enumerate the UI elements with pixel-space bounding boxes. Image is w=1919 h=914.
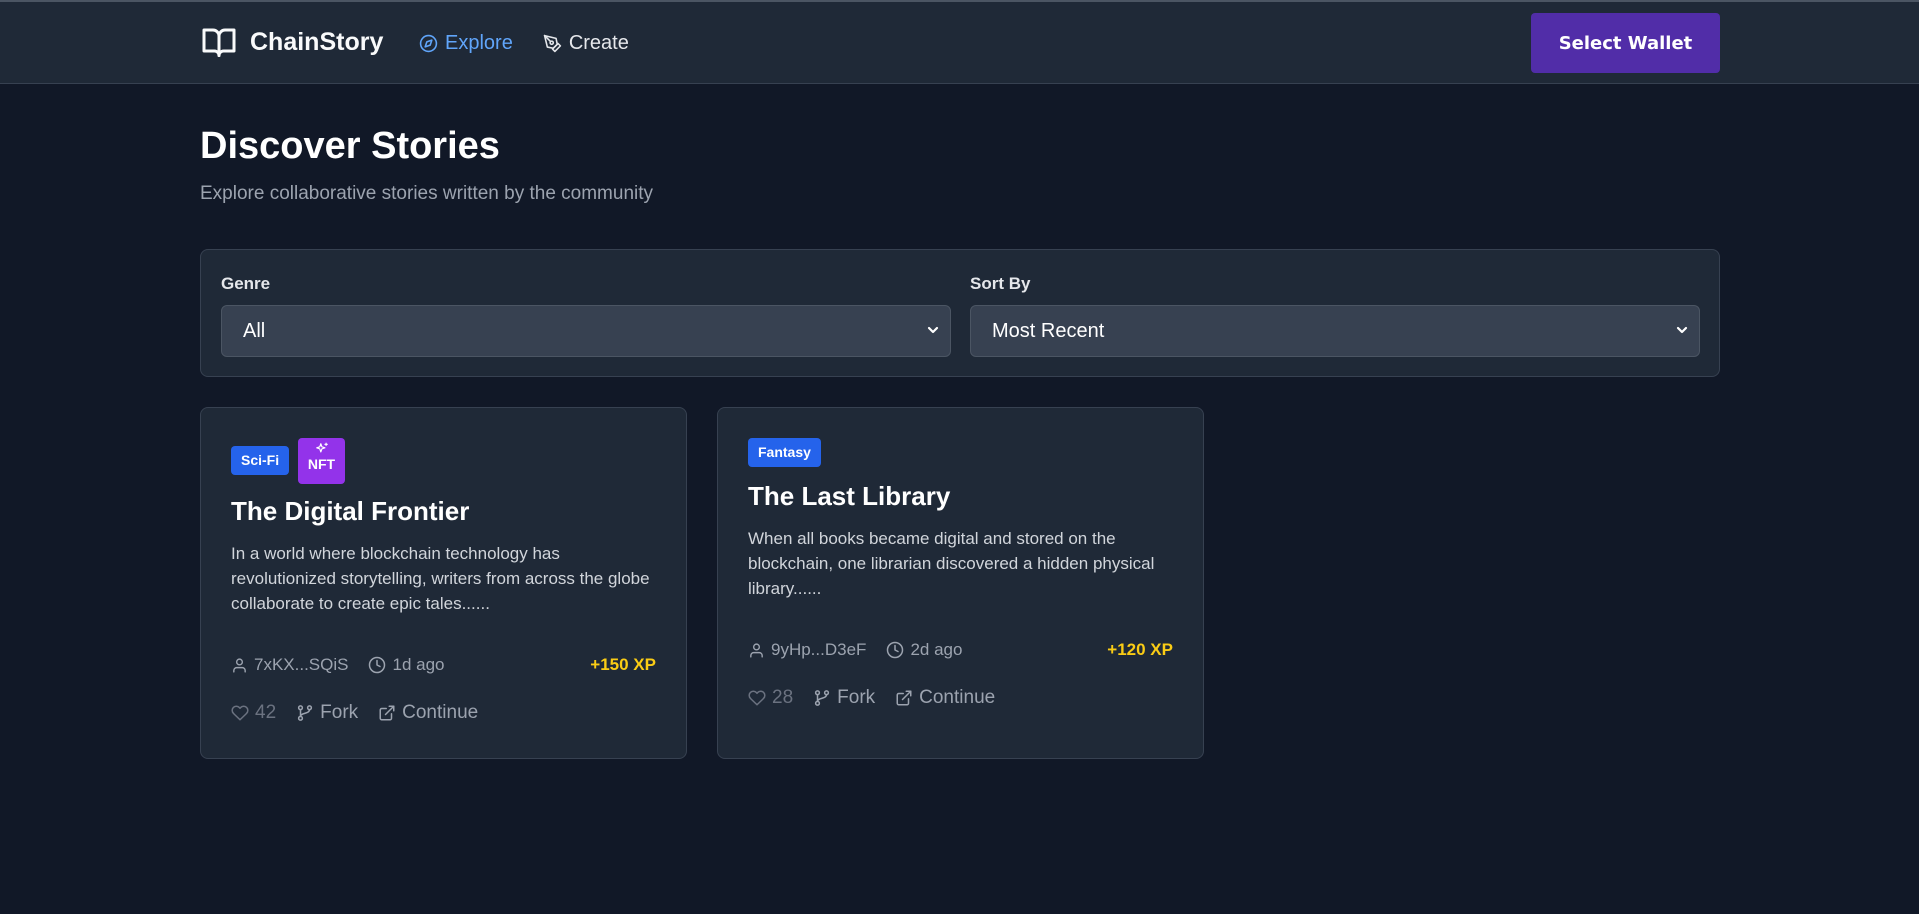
nav-create-label: Create <box>568 32 629 54</box>
author-address: 7xKX...SQiS <box>254 655 349 674</box>
story-title[interactable]: The Last Library <box>748 481 950 512</box>
genre-filter-label: Genre <box>221 274 271 293</box>
filters-panel: Genre All Sort By Most Recent <box>200 249 1720 377</box>
story-meta: 9yHp...D3eF 2d ago +120 XP <box>748 640 1173 660</box>
time-ago: 2d ago <box>910 640 963 659</box>
fork-button[interactable]: Fork <box>296 702 358 724</box>
xp-reward: +120 XP <box>1107 640 1173 659</box>
page-title: Discover Stories <box>200 125 500 167</box>
genre-badge: Fantasy <box>748 438 821 467</box>
heart-icon <box>748 689 766 707</box>
nft-badge-label: NFT <box>307 456 336 472</box>
sort-select-value: Most Recent <box>992 320 1105 342</box>
story-meta: 7xKX...SQiS 1d ago +150 XP <box>231 655 656 675</box>
brand-name: ChainStory <box>250 27 384 56</box>
nav-explore[interactable]: Explore <box>419 32 513 55</box>
nav-explore-label: Explore <box>445 32 513 54</box>
story-author: 7xKX...SQiS <box>231 655 348 675</box>
sort-filter-label: Sort By <box>970 274 1031 293</box>
story-card[interactable]: Sci-Fi NFT The Digital Frontier In a wor… <box>200 407 687 759</box>
continue-label: Continue <box>919 687 996 708</box>
top-navbar: ChainStory Explore Create Select Wallet <box>0 2 1919 84</box>
fork-button[interactable]: Fork <box>813 687 875 709</box>
sparkles-icon <box>298 438 345 456</box>
continue-button[interactable]: Continue <box>378 702 478 724</box>
story-title[interactable]: The Digital Frontier <box>231 496 469 527</box>
story-card[interactable]: Fantasy The Last Library When all books … <box>717 407 1204 759</box>
author-address: 9yHp...D3eF <box>771 640 867 659</box>
story-time: 1d ago <box>368 655 444 675</box>
user-icon <box>748 642 765 659</box>
compass-icon <box>419 34 438 53</box>
continue-button[interactable]: Continue <box>895 687 995 709</box>
pen-icon <box>543 34 562 53</box>
fork-label: Fork <box>837 687 876 708</box>
genre-select[interactable]: All <box>221 305 951 357</box>
user-icon <box>231 657 248 674</box>
xp-reward: +150 XP <box>590 655 656 674</box>
genre-select-value: All <box>243 320 266 342</box>
heart-icon <box>231 704 249 722</box>
nav-create[interactable]: Create <box>543 32 629 55</box>
like-button[interactable]: 42 <box>231 702 276 724</box>
story-actions: 42 Fork Continue <box>231 702 478 724</box>
story-author: 9yHp...D3eF <box>748 640 866 660</box>
page-subtitle: Explore collaborative stories written by… <box>200 183 654 204</box>
git-fork-icon <box>296 704 314 722</box>
sort-select[interactable]: Most Recent <box>970 305 1700 357</box>
external-link-icon <box>895 689 913 707</box>
open-book-icon <box>200 24 238 60</box>
story-actions: 28 Fork Continue <box>748 687 995 709</box>
clock-icon <box>368 656 386 674</box>
main-nav: Explore Create <box>419 32 629 55</box>
time-ago: 1d ago <box>392 655 445 674</box>
git-fork-icon <box>813 689 831 707</box>
story-time: 2d ago <box>886 640 962 660</box>
like-count: 42 <box>255 702 277 723</box>
clock-icon <box>886 641 904 659</box>
genre-badge: Sci-Fi <box>231 446 290 475</box>
chevron-down-icon <box>1675 306 1689 356</box>
story-description: In a world where blockchain technology h… <box>231 544 650 613</box>
nft-badge: NFT <box>298 438 345 484</box>
select-wallet-button[interactable]: Select Wallet <box>1531 13 1720 73</box>
story-description: When all books became digital and stored… <box>748 529 1155 598</box>
chevron-down-icon <box>926 306 940 356</box>
external-link-icon <box>378 704 396 722</box>
like-count: 28 <box>772 687 794 708</box>
like-button[interactable]: 28 <box>748 687 793 709</box>
brand-logo[interactable]: ChainStory <box>200 24 383 60</box>
fork-label: Fork <box>320 702 359 723</box>
continue-label: Continue <box>402 702 479 723</box>
